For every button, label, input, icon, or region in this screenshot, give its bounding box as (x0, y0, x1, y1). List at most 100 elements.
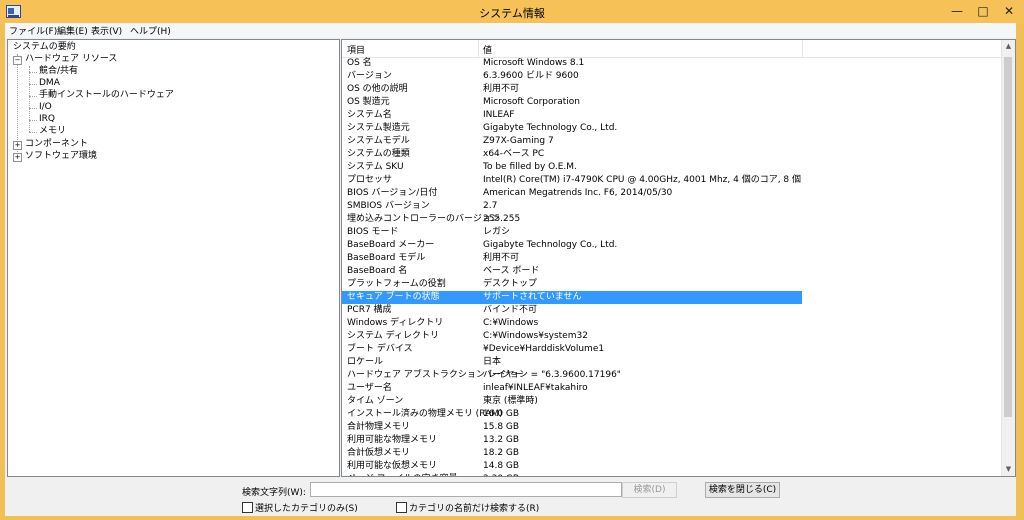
table-row[interactable]: SMBIOS バージョン 2.7 (342, 200, 802, 213)
selected-category-only-label[interactable]: 選択したカテゴリのみ(S) (255, 501, 358, 514)
row-item-value: 255.255 (483, 214, 521, 224)
row-item-name: システム SKU (347, 162, 404, 172)
tree-connector (29, 120, 37, 121)
row-item-value: レガシ (483, 227, 511, 237)
tree-item-software-environment[interactable]: ソフトウェア環境 (25, 151, 97, 162)
table-row[interactable]: タイム ゾーン 東京 (標準時) (342, 395, 802, 408)
table-row[interactable]: システム製造元 Gigabyte Technology Co., Ltd. (342, 122, 802, 135)
table-row[interactable]: BIOS バージョン/日付 American Megatrends Inc. F6… (342, 187, 802, 200)
tree-item-components[interactable]: コンポーネント (25, 139, 88, 150)
category-tree: システムの要約 − ハードウェア リソース 競合/共有 DMA 手動インストール… (7, 39, 340, 477)
maximize-button[interactable]: □ (970, 2, 996, 20)
table-row[interactable]: セキュア ブートの状態 サポートされていません (342, 291, 802, 304)
tree-item-io[interactable]: I/O (39, 102, 52, 113)
table-row[interactable]: 埋め込みコントローラーのバージョン 255.255 (342, 213, 802, 226)
table-row[interactable]: ユーザー名 inleaf¥INLEAF¥takahiro (342, 382, 802, 395)
table-row[interactable]: PCR7 構成 バインド不可 (342, 304, 802, 317)
row-item-value: ¥Device¥HarddiskVolume1 (483, 344, 605, 354)
row-item-name: BaseBoard モデル (347, 253, 426, 263)
row-item-value: バインド不可 (483, 305, 538, 315)
row-item-value: Intel(R) Core(TM) i7-4790K CPU @ 4.00GHz… (483, 175, 801, 185)
table-row[interactable]: 利用可能な仮想メモリ 14.8 GB (342, 460, 802, 473)
table-row[interactable]: ページ ファイルの空き容量 2.30 GB (342, 473, 802, 476)
row-item-value: 13.2 GB (483, 435, 520, 445)
table-row[interactable]: システムモデル Z97X-Gaming 7 (342, 135, 802, 148)
row-item-value: デスクトップ (483, 279, 538, 289)
minimize-button[interactable]: — (944, 2, 970, 20)
scroll-down-arrow-icon[interactable]: ▼ (1002, 463, 1015, 476)
row-item-name: ブート デバイス (347, 344, 413, 354)
row-item-value: 2.7 (483, 201, 498, 211)
row-item-value: 東京 (標準時) (483, 396, 538, 406)
expand-toggle-icon[interactable]: + (13, 141, 22, 150)
row-item-name: バージョン (347, 71, 392, 81)
table-row[interactable]: プロセッサ Intel(R) Core(TM) i7-4790K CPU @ 4.… (342, 174, 802, 187)
table-row[interactable]: BaseBoard メーカー Gigabyte Technology Co., L… (342, 239, 802, 252)
row-item-name: BaseBoard メーカー (347, 240, 435, 250)
details-list: 項目 値 OS 名 Microsoft Windows 8.1 バージョン 6.3.9… (341, 39, 1016, 477)
row-item-name: PCR7 構成 (347, 305, 392, 315)
table-row[interactable]: インストール済みの物理メモリ (RAM) 16.0 GB (342, 408, 802, 421)
category-names-only-label[interactable]: カテゴリの名前だけ検索する(R) (409, 501, 539, 514)
row-item-value: inleaf¥INLEAF¥takahiro (483, 383, 588, 393)
column-divider[interactable] (802, 40, 803, 57)
tree-item-irq[interactable]: IRQ (39, 114, 55, 125)
row-item-name: OS の他の説明 (347, 84, 408, 94)
table-row[interactable]: OS 名 Microsoft Windows 8.1 (342, 57, 802, 70)
table-row[interactable]: ブート デバイス ¥Device¥HarddiskVolume1 (342, 343, 802, 356)
system-information-window: システム情報 — □ ✕ ファイル(F) 編集(E) 表示(V) ヘルプ(H) … (0, 0, 1024, 520)
tree-item-system-summary[interactable]: システムの要約 (13, 42, 76, 53)
column-header-item[interactable]: 項目 (347, 43, 365, 56)
table-row[interactable]: 利用可能な物理メモリ 13.2 GB (342, 434, 802, 447)
title-bar[interactable]: システム情報 — □ ✕ (0, 0, 1024, 24)
table-row[interactable]: ハードウェア アブストラクション レイヤー バージョン = "6.3.9600.1… (342, 369, 802, 382)
tree-item-hardware-resources[interactable]: ハードウェア リソース (25, 54, 117, 65)
tree-connector (29, 108, 37, 109)
menu-edit[interactable]: 編集(E) (57, 24, 88, 37)
tree-item-conflicts[interactable]: 競合/共有 (39, 66, 78, 77)
tree-connector (29, 66, 30, 132)
table-row[interactable]: OS 製造元 Microsoft Corporation (342, 96, 802, 109)
row-item-value: 日本 (483, 357, 502, 367)
table-row[interactable]: プラットフォームの役割 デスクトップ (342, 278, 802, 291)
row-item-value: Microsoft Windows 8.1 (483, 58, 585, 68)
find-button[interactable]: 検索(D) (622, 482, 677, 498)
table-row[interactable]: システムの種類 x64-ベース PC (342, 148, 802, 161)
column-divider[interactable] (478, 40, 479, 57)
row-item-name: BIOS バージョン/日付 (347, 188, 438, 198)
table-row[interactable]: システム名 INLEAF (342, 109, 802, 122)
close-find-button[interactable]: 検索を閉じる(C) (705, 482, 780, 498)
find-input[interactable] (310, 482, 622, 497)
table-row[interactable]: バージョン 6.3.9600 ビルド 9600 (342, 70, 802, 83)
column-header-value[interactable]: 値 (483, 43, 492, 56)
table-row[interactable]: OS の他の説明 利用不可 (342, 83, 802, 96)
table-row[interactable]: 合計物理メモリ 15.8 GB (342, 421, 802, 434)
collapse-toggle-icon[interactable]: − (13, 56, 22, 65)
row-item-name: プロセッサ (347, 175, 393, 185)
menu-help[interactable]: ヘルプ(H) (130, 24, 171, 37)
row-item-name: SMBIOS バージョン (347, 201, 430, 211)
table-row[interactable]: BaseBoard モデル 利用不可 (342, 252, 802, 265)
tree-item-forced-hardware[interactable]: 手動インストールのハードウェア (39, 90, 174, 101)
row-item-value: INLEAF (483, 110, 515, 120)
table-row[interactable]: システム SKU To be filled by O.E.M. (342, 161, 802, 174)
expand-toggle-icon[interactable]: + (13, 153, 22, 162)
tree-item-dma[interactable]: DMA (39, 78, 60, 89)
menu-view[interactable]: 表示(V) (91, 24, 122, 37)
close-button[interactable]: ✕ (996, 2, 1022, 20)
table-row[interactable]: ロケール 日本 (342, 356, 802, 369)
row-item-value: 14.8 GB (483, 461, 520, 471)
selected-category-only-checkbox[interactable] (242, 502, 253, 513)
table-row[interactable]: システム ディレクトリ C:¥Windows¥system32 (342, 330, 802, 343)
row-item-value: バージョン = "6.3.9600.17196" (483, 370, 621, 380)
table-row[interactable]: BIOS モード レガシ (342, 226, 802, 239)
vertical-scrollbar[interactable]: ▲ ▼ (1001, 40, 1015, 476)
table-row[interactable]: BaseBoard 名 ベース ボード (342, 265, 802, 278)
category-names-only-checkbox[interactable] (396, 502, 407, 513)
table-row[interactable]: 合計仮想メモリ 18.2 GB (342, 447, 802, 460)
table-row[interactable]: Windows ディレクトリ C:¥Windows (342, 317, 802, 330)
scrollbar-thumb[interactable] (1004, 57, 1012, 417)
scroll-up-arrow-icon[interactable]: ▲ (1002, 40, 1015, 53)
tree-item-memory[interactable]: メモリ (39, 126, 66, 137)
menu-file[interactable]: ファイル(F) (9, 24, 57, 37)
